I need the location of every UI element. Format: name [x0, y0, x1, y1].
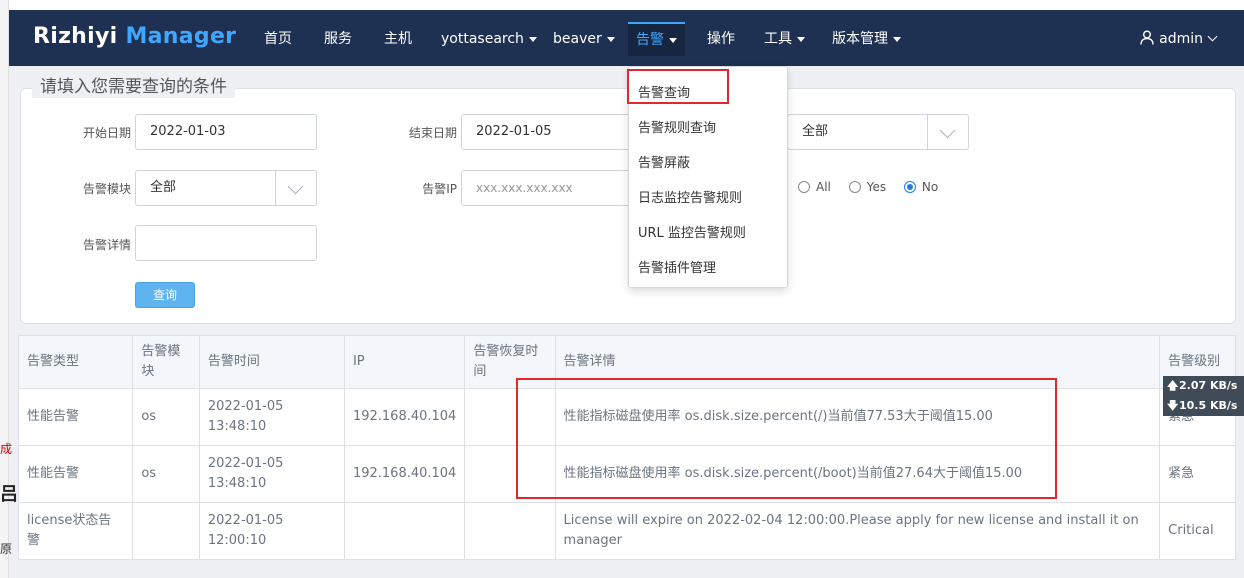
radio-circle — [848, 181, 861, 193]
menu-log-monitor-rules[interactable]: 日志监控告警规则 — [638, 187, 742, 206]
nav-home[interactable]: 首页 — [264, 10, 292, 66]
alert-detail-input[interactable] — [135, 225, 317, 261]
menu-url-monitor-rules[interactable]: URL 监控告警规则 — [638, 222, 746, 241]
col-ip[interactable]: IP — [343, 335, 466, 389]
cell: 紧急 — [1159, 445, 1236, 503]
cell: 2022-01-05 13:48:10 — [198, 445, 345, 503]
caret-down-icon — [669, 37, 677, 43]
chevron-down-icon — [287, 178, 304, 195]
cell: license状态告警 — [17, 502, 134, 560]
alert-level-value: 全部 — [802, 124, 829, 139]
user-icon — [1140, 30, 1154, 45]
nav-operations[interactable]: 操作 — [707, 10, 735, 66]
radio-yes[interactable]: Yes — [848, 180, 886, 194]
radio-circle — [798, 181, 810, 193]
cell: 2022-01-05 12:00:10 — [198, 502, 345, 560]
col-alert-time[interactable]: 告警时间 — [198, 335, 345, 389]
brand-part2: Manager — [125, 24, 237, 49]
window-top-edge — [9, 0, 1244, 10]
cell — [343, 502, 466, 560]
cell: 192.168.40.104 — [343, 445, 466, 503]
brand-part1: Rizhiyi — [33, 24, 118, 49]
annotation-highlight-box — [516, 378, 1057, 499]
cell — [464, 502, 556, 560]
caret-down-icon — [606, 36, 615, 42]
nav-hosts[interactable]: 主机 — [384, 10, 412, 66]
alert-module-value: 全部 — [150, 180, 177, 195]
col-alert-module[interactable]: 告警模块 — [132, 335, 200, 389]
nav-beaver[interactable]: beaver — [553, 10, 615, 66]
cell — [132, 502, 200, 560]
end-date-label: 结束日期 — [408, 126, 457, 140]
cell: License will expire on 2022-02-04 12:00:… — [554, 502, 1161, 560]
brand-logo[interactable]: Rizhiyi Manager — [33, 24, 236, 49]
cell: 性能告警 — [17, 445, 134, 503]
user-menu[interactable]: admin — [1140, 10, 1218, 66]
alert-level-select[interactable]: 全部 — [787, 114, 969, 150]
table-row[interactable]: license状态告警 2022-01-05 12:00:10 License … — [17, 502, 1236, 560]
cell: 2022-01-05 13:48:10 — [198, 388, 345, 446]
upload-speed: 🡅2.07 KB/s — [1163, 376, 1244, 396]
chevron-down-icon — [1207, 31, 1218, 42]
cell: Critical — [1159, 502, 1236, 560]
menu-alert-rule-query[interactable]: 告警规则查询 — [638, 117, 716, 136]
alert-module-select[interactable]: 全部 — [135, 170, 317, 206]
select-divider — [927, 115, 928, 149]
alert-ip-label: 告警IP — [422, 182, 457, 196]
caret-down-icon — [528, 36, 537, 42]
cell: 性能告警 — [17, 388, 134, 446]
caret-down-icon — [893, 36, 901, 42]
download-speed: 🡇10.5 KB/s — [1163, 396, 1244, 416]
chevron-down-icon — [939, 122, 956, 139]
top-navbar: Rizhiyi Manager 首页 服务 主机 yottasearch bea… — [9, 10, 1244, 66]
alert-module-label: 告警模块 — [82, 182, 131, 196]
query-button[interactable]: 查询 — [135, 282, 195, 308]
background-glyph: 原 — [0, 542, 13, 556]
radio-all[interactable]: All — [798, 180, 831, 194]
background-glyph: 成 — [0, 442, 13, 456]
nav-alerts[interactable]: 告警 — [628, 22, 685, 56]
background-window-edge: 成 吕 原 — [0, 0, 18, 578]
menu-alert-suppress[interactable]: 告警屏蔽 — [638, 152, 690, 171]
alert-ip-input[interactable]: xxx.xxx.xxx.xxx — [461, 170, 633, 206]
radio-circle-selected — [903, 181, 916, 193]
select-divider — [275, 171, 276, 205]
query-panel-legend: 请填入您需要查询的条件 — [32, 76, 235, 98]
start-date-input[interactable]: 2022-01-03 — [135, 114, 317, 150]
caret-down-icon — [797, 36, 805, 42]
radio-no[interactable]: No — [903, 180, 938, 194]
arrow-down-icon: 🡇 — [1167, 399, 1179, 412]
alert-detail-label: 告警详情 — [82, 238, 131, 252]
nav-yottasearch[interactable]: yottasearch — [441, 10, 537, 66]
arrow-up-icon: 🡅 — [1167, 379, 1179, 392]
start-date-label: 开始日期 — [82, 126, 131, 140]
col-alert-type[interactable]: 告警类型 — [17, 335, 134, 389]
nav-services[interactable]: 服务 — [324, 10, 352, 66]
cell: os — [132, 388, 200, 446]
nav-version-management[interactable]: 版本管理 — [832, 10, 901, 66]
annotation-highlight-box — [627, 69, 729, 104]
recovered-radio-group: All Yes No — [798, 180, 952, 194]
nav-tools[interactable]: 工具 — [764, 10, 805, 66]
end-date-input[interactable]: 2022-01-05 — [461, 114, 633, 150]
network-speed-widget: 🡅2.07 KB/s 🡇10.5 KB/s — [1163, 376, 1244, 416]
menu-alert-plugin-management[interactable]: 告警插件管理 — [638, 257, 716, 276]
cell: 192.168.40.104 — [343, 388, 466, 446]
background-glyph: 吕 — [0, 484, 18, 505]
cell: os — [132, 445, 200, 503]
username: admin — [1159, 31, 1203, 47]
